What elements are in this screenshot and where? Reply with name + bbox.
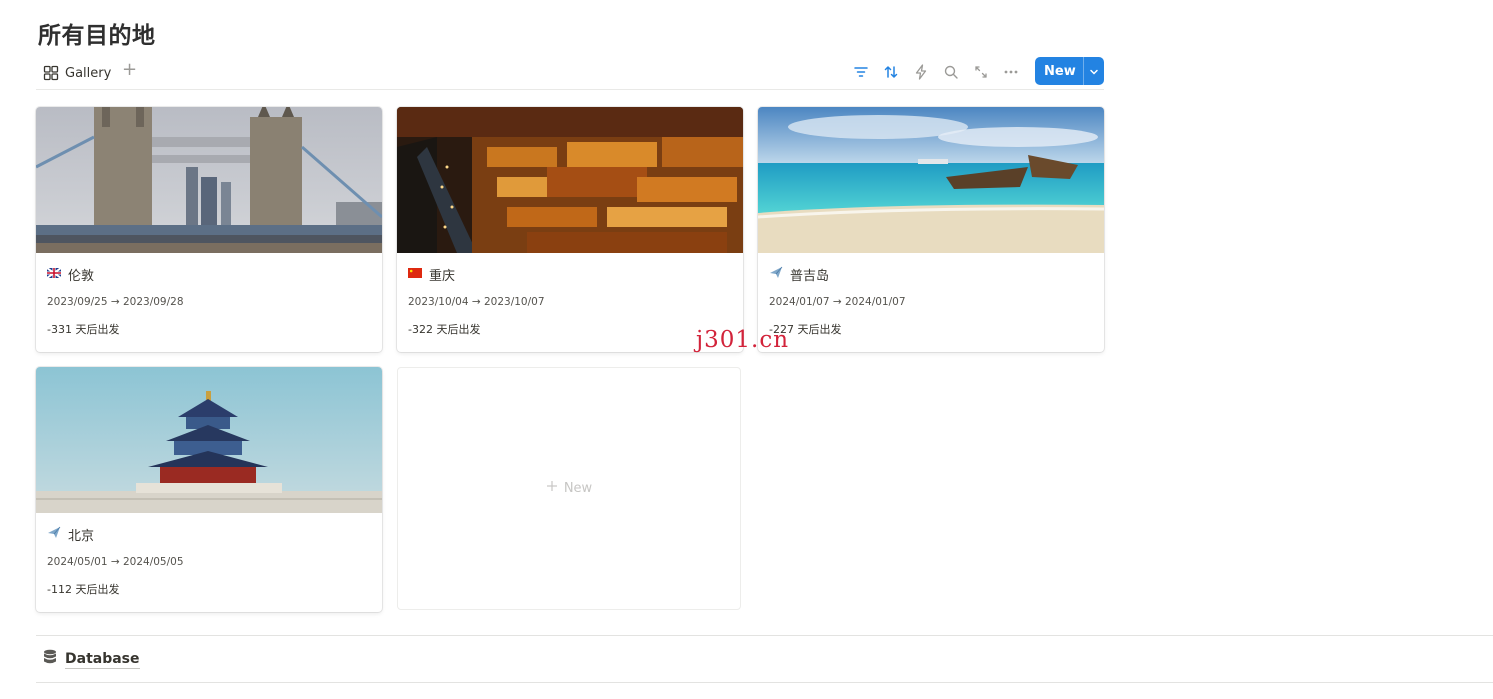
card-countdown: -322 天后出发 — [408, 323, 481, 336]
plus-icon — [546, 480, 558, 496]
new-options-button[interactable] — [1084, 62, 1104, 81]
gallery-card-chongqing[interactable]: 重庆 2023/10/04 → 2023/10/07 -322 天后出发 — [397, 107, 743, 352]
card-title-row: 普吉岛 — [769, 265, 830, 284]
card-title: 普吉岛 — [790, 268, 830, 284]
new-card-label: New — [563, 480, 593, 496]
new-card-button[interactable]: New — [397, 367, 741, 610]
filter-icon — [853, 64, 869, 80]
database-label: Database — [65, 650, 140, 669]
new-button[interactable]: New — [1035, 57, 1104, 85]
china-flag-icon — [408, 267, 422, 282]
view-toolbar: Gallery + New — [36, 56, 1104, 90]
new-card-content: New — [398, 480, 740, 496]
plus-icon: + — [122, 59, 138, 80]
phuket-beach-photo — [758, 107, 1104, 253]
gallery-card-london[interactable]: 伦敦 2023/09/25 → 2023/09/28 -331 天后出发 — [36, 107, 382, 352]
search-button[interactable] — [936, 61, 966, 83]
card-countdown: -331 天后出发 — [47, 323, 120, 336]
database-icon — [43, 649, 57, 669]
card-date: 2023/09/25 → 2023/09/28 — [47, 296, 184, 308]
expand-icon — [974, 65, 988, 79]
chongqing-night-photo — [397, 107, 743, 253]
database-link[interactable]: Database — [43, 648, 140, 670]
watermark: j301.cn — [696, 327, 790, 353]
tab-gallery-label: Gallery — [65, 65, 112, 81]
temple-of-heaven-photo — [36, 367, 382, 513]
add-view-button[interactable]: + — [122, 60, 137, 80]
chevron-down-icon — [1089, 62, 1099, 81]
airplane-icon — [769, 265, 783, 283]
card-date: 2024/05/01 → 2024/05/05 — [47, 556, 184, 568]
card-title-row: 伦敦 — [46, 265, 95, 284]
expand-button[interactable] — [966, 61, 996, 83]
divider — [36, 635, 1493, 636]
sort-icon — [883, 64, 899, 80]
search-icon — [943, 64, 959, 80]
card-title-row: 重庆 — [408, 265, 456, 284]
new-button-label: New — [1044, 63, 1076, 79]
view-tools — [846, 61, 1026, 83]
automation-button[interactable] — [906, 61, 936, 83]
card-date: 2024/01/07 → 2024/01/07 — [769, 296, 906, 308]
more-icon — [1003, 64, 1019, 80]
card-countdown: -112 天后出发 — [47, 583, 120, 596]
airplane-icon — [47, 525, 61, 543]
card-title: 重庆 — [429, 268, 456, 284]
filter-button[interactable] — [846, 61, 876, 83]
tower-bridge-photo — [36, 107, 382, 253]
divider — [36, 682, 1493, 683]
automation-bolt-icon — [914, 64, 928, 80]
card-title: 伦敦 — [68, 268, 95, 284]
tab-gallery[interactable]: Gallery — [43, 62, 111, 84]
gallery-card-beijing[interactable]: 北京 2024/05/01 → 2024/05/05 -112 天后出发 — [36, 367, 382, 612]
card-date: 2023/10/04 → 2023/10/07 — [408, 296, 545, 308]
card-title: 北京 — [68, 528, 95, 544]
gallery-card-phuket[interactable]: 普吉岛 2024/01/07 → 2024/01/07 -227 天后出发 — [758, 107, 1104, 352]
gallery-grid-icon — [43, 65, 59, 81]
card-title-row: 北京 — [47, 525, 95, 544]
more-button[interactable] — [996, 61, 1026, 83]
sort-button[interactable] — [876, 61, 906, 83]
page-title: 所有目的地 — [38, 23, 156, 49]
uk-flag-icon — [46, 266, 62, 282]
